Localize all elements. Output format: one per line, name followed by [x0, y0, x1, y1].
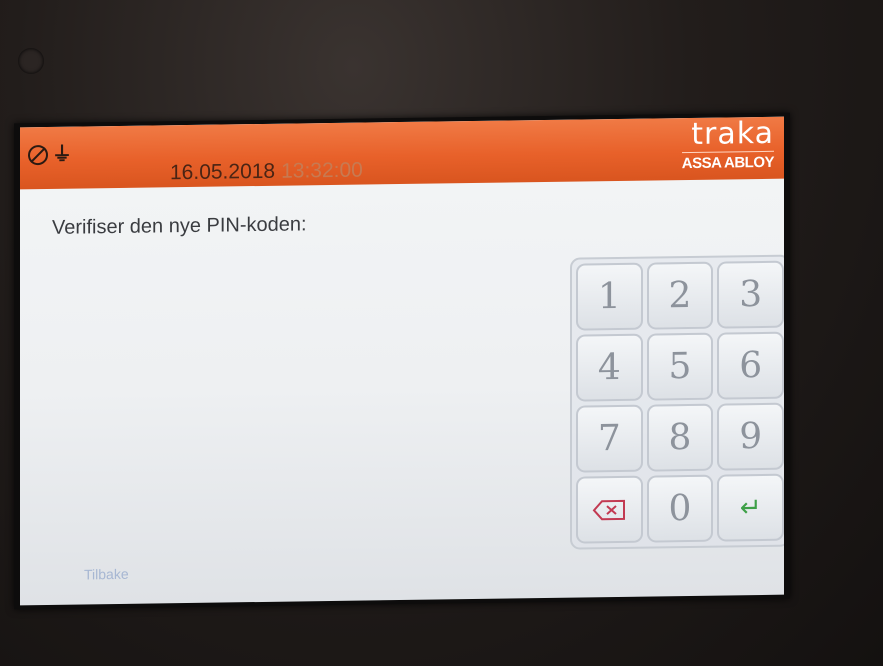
key-4[interactable]: 4: [576, 333, 643, 402]
key-1[interactable]: 1: [576, 262, 643, 331]
pin-keypad: 1 2 3 4 5 6 7 8 9 0 ↵: [570, 254, 784, 550]
traka-logo: traka: [691, 116, 774, 152]
key-2[interactable]: 2: [646, 261, 714, 330]
key-8[interactable]: 8: [646, 403, 714, 472]
no-entry-icon: [28, 144, 48, 166]
key-6[interactable]: 6: [717, 331, 784, 400]
enter-key[interactable]: ↵: [717, 473, 784, 542]
assa-abloy-logo: ASSA ABLOY: [681, 150, 774, 173]
key-5[interactable]: 5: [646, 332, 714, 401]
screen-frame: ⏚ 16.05.2018 13:32:00 traka ASSA ABLOY Ve…: [14, 112, 790, 610]
back-button[interactable]: Tilbake: [84, 566, 129, 583]
touch-display: ⏚ 16.05.2018 13:32:00 traka ASSA ABLOY Ve…: [20, 116, 784, 606]
pin-prompt: Verifiser den nye PIN-koden:: [52, 213, 307, 239]
time-text: 13:32:00: [281, 158, 363, 183]
backspace-key[interactable]: [576, 475, 643, 544]
key-7[interactable]: 7: [576, 404, 643, 473]
header-bar: ⏚ 16.05.2018 13:32:00 traka ASSA ABLOY: [20, 116, 784, 190]
backspace-icon: [592, 498, 626, 520]
plug-icon: ⏚: [52, 143, 72, 166]
datetime: 16.05.2018 13:32:00: [170, 159, 363, 186]
date-text: 16.05.2018: [170, 159, 276, 185]
key-0[interactable]: 0: [646, 474, 714, 543]
key-3[interactable]: 3: [717, 260, 784, 329]
key-9[interactable]: 9: [717, 402, 784, 471]
status-icons: ⏚: [28, 143, 72, 166]
device-bezel: ⏚ 16.05.2018 13:32:00 traka ASSA ABLOY Ve…: [0, 0, 883, 666]
enter-icon: ↵: [739, 492, 762, 523]
brand-logo: traka ASSA ABLOY: [681, 116, 774, 173]
screw: [18, 48, 44, 74]
